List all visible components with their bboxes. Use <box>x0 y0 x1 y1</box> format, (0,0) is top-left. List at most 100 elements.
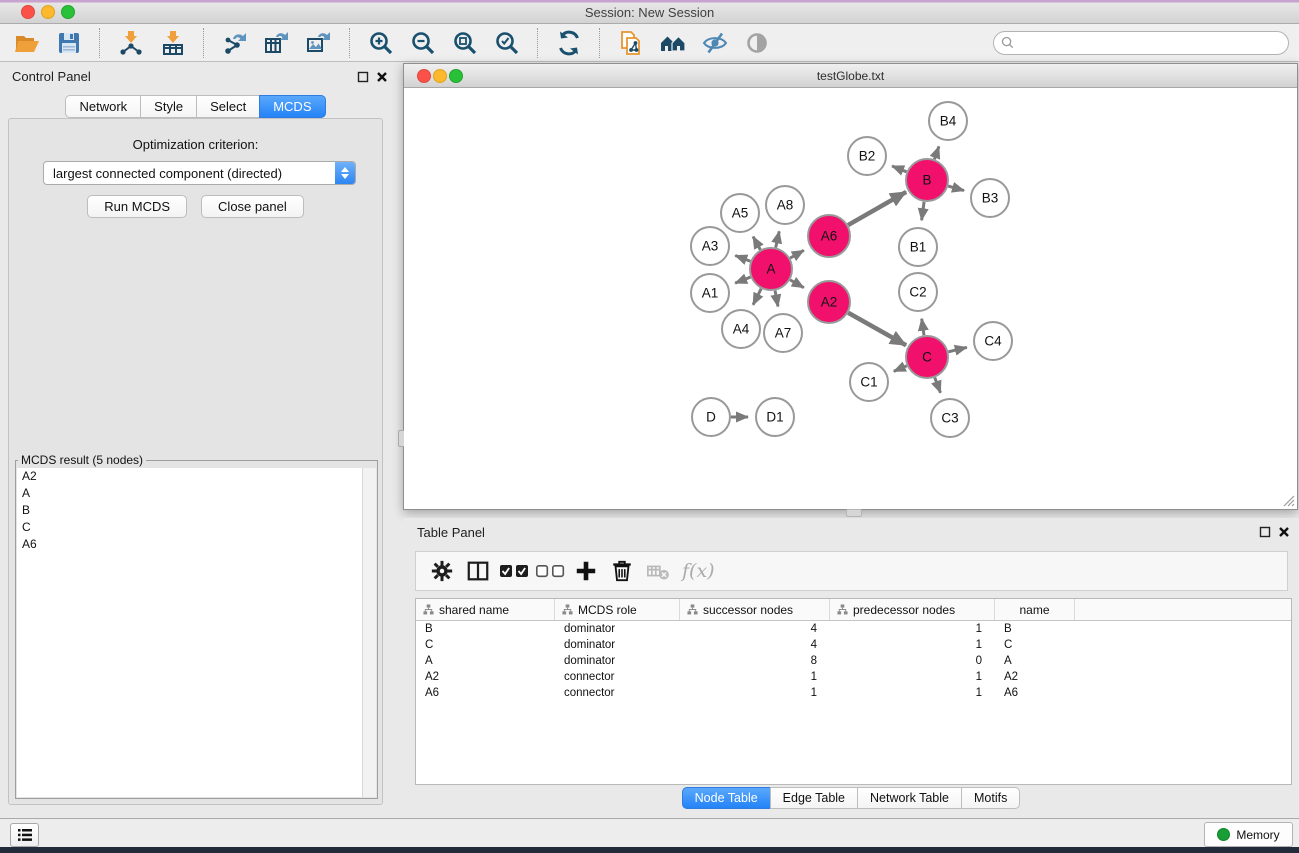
graph-edge-C-C2[interactable] <box>922 319 924 335</box>
graph-node-label-D: D <box>706 410 716 425</box>
graph-node-label-B4: B4 <box>940 114 957 129</box>
graph-edge-C-C1[interactable] <box>894 366 907 372</box>
zoom-out-button[interactable] <box>404 27 442 59</box>
zoom-in-button[interactable] <box>362 27 400 59</box>
graph-edge-C-C4[interactable] <box>948 347 966 351</box>
mcds-result-list[interactable]: A2ABCA6 <box>17 468 376 797</box>
graph-node-label-A: A <box>766 262 775 277</box>
graph-node-label-D1: D1 <box>766 410 783 425</box>
close-panel-button[interactable]: Close panel <box>201 195 304 218</box>
column-header-MCDS-role[interactable]: MCDS role <box>555 599 680 620</box>
tab-select[interactable]: Select <box>196 95 260 118</box>
table-cell: C <box>995 639 1075 651</box>
task-history-button[interactable] <box>10 823 39 847</box>
export-table-icon <box>264 30 290 56</box>
main-toolbar-bar <box>0 24 1299 62</box>
tab-network[interactable]: Network <box>65 95 141 118</box>
column-header-name[interactable]: name <box>995 599 1075 620</box>
zoom-selected-button[interactable] <box>488 27 526 59</box>
tab-motifs[interactable]: Motifs <box>961 787 1020 809</box>
houses-button[interactable] <box>654 27 692 59</box>
delete-column-button[interactable] <box>605 555 639 587</box>
search-input[interactable] <box>1014 34 1288 52</box>
duplicate-network-button[interactable] <box>612 27 650 59</box>
split-pane-grip-horizontal[interactable] <box>846 509 862 517</box>
list-icon <box>17 828 33 842</box>
export-table-button[interactable] <box>258 27 296 59</box>
show-columns-button[interactable] <box>461 555 495 587</box>
column-header-shared-name[interactable]: shared name <box>416 599 555 620</box>
table-row[interactable]: A2connector11A2 <box>416 669 1291 685</box>
search-box[interactable] <box>993 31 1289 55</box>
table-toolbar: f(x) <box>415 551 1288 591</box>
table-float-panel-icon[interactable] <box>1259 526 1271 538</box>
graph-edge-B-B2[interactable] <box>892 166 907 172</box>
mcds-result-item[interactable]: B <box>17 502 376 519</box>
table-row[interactable]: Bdominator41B <box>416 621 1291 637</box>
import-table-button[interactable] <box>154 27 192 59</box>
delete-table-button[interactable] <box>641 555 675 587</box>
graph-edge-A-A7[interactable] <box>775 291 778 307</box>
graph-edge-C-C3[interactable] <box>935 378 941 393</box>
graph-node-label-A6: A6 <box>821 229 838 244</box>
tab-network-table[interactable]: Network Table <box>857 787 962 809</box>
table-close-panel-icon[interactable] <box>1278 526 1290 538</box>
network-canvas[interactable]: B4B2BB3A5A8A6B1A3AA1C2A2A4A7C4CC1C3DD1 <box>404 88 1297 509</box>
window-resize-grip[interactable] <box>1282 494 1295 507</box>
column-header-successor-nodes[interactable]: successor nodes <box>680 599 830 620</box>
graph-edge-A-A3[interactable] <box>735 256 750 262</box>
graph-edge-A2-C[interactable] <box>848 313 906 345</box>
function-builder-icon[interactable]: f(x) <box>682 560 715 582</box>
tab-style[interactable]: Style <box>140 95 197 118</box>
graph-edge-A-A1[interactable] <box>735 277 750 283</box>
select-all-checkboxes-button[interactable] <box>497 555 531 587</box>
close-panel-icon[interactable] <box>376 71 388 83</box>
export-network-button[interactable] <box>216 27 254 59</box>
zoom-fit-button[interactable] <box>446 27 484 59</box>
mcds-result-item[interactable]: A <box>17 485 376 502</box>
import-network-button[interactable] <box>112 27 150 59</box>
graph-edge-A6-B[interactable] <box>848 192 906 225</box>
graph-edge-B-B3[interactable] <box>948 186 964 191</box>
mcds-result-item[interactable]: A6 <box>17 536 376 553</box>
graph-edge-B-B1[interactable] <box>922 202 924 220</box>
result-scrollbar[interactable] <box>362 468 376 797</box>
tab-edge-table[interactable]: Edge Table <box>770 787 858 809</box>
column-header-empty <box>1075 599 1289 620</box>
graph-edge-A-A6[interactable] <box>790 250 804 258</box>
memory-button[interactable]: Memory <box>1204 822 1293 847</box>
mcds-result-item[interactable]: A2 <box>17 468 376 485</box>
table-row[interactable]: Cdominator41C <box>416 637 1291 653</box>
tab-mcds[interactable]: MCDS <box>259 95 325 118</box>
run-mcds-button[interactable]: Run MCDS <box>87 195 187 218</box>
graph-node-label-A5: A5 <box>732 206 749 221</box>
show-all-button[interactable] <box>738 27 776 59</box>
application-window: Session: New Session Control Panel Netwo… <box>0 0 1299 847</box>
create-column-button[interactable] <box>569 555 603 587</box>
table-row[interactable]: Adominator80A <box>416 653 1291 669</box>
graph-edge-A-A2[interactable] <box>790 280 804 288</box>
graph-edge-A-A5[interactable] <box>753 237 760 250</box>
table-row[interactable]: A6connector11A6 <box>416 685 1291 701</box>
graph-node-label-A4: A4 <box>733 322 750 337</box>
deselect-all-checkboxes-button[interactable] <box>533 555 567 587</box>
control-panel-tabs: NetworkStyleSelectMCDS <box>0 95 391 118</box>
graph-edge-A-A8[interactable] <box>776 231 780 247</box>
settings-gear-button[interactable] <box>425 555 459 587</box>
graph-edge-A-A4[interactable] <box>753 289 761 305</box>
column-header-label: successor nodes <box>703 603 793 617</box>
optimization-criterion-dropdown[interactable]: largest connected component (directed) <box>43 161 356 185</box>
column-header-predecessor-nodes[interactable]: predecessor nodes <box>830 599 995 620</box>
save-session-button[interactable] <box>50 27 88 59</box>
export-image-button[interactable] <box>300 27 338 59</box>
show-columns-icon <box>466 559 490 583</box>
tab-node-table[interactable]: Node Table <box>682 787 771 809</box>
toolbar-separator <box>99 28 101 58</box>
float-panel-icon[interactable] <box>357 71 369 83</box>
import-table-icon <box>160 30 186 56</box>
mcds-result-item[interactable]: C <box>17 519 376 536</box>
hide-selected-button[interactable] <box>696 27 734 59</box>
open-file-button[interactable] <box>8 27 46 59</box>
graph-edge-B-B4[interactable] <box>934 146 939 159</box>
apply-layout-button[interactable] <box>550 27 588 59</box>
